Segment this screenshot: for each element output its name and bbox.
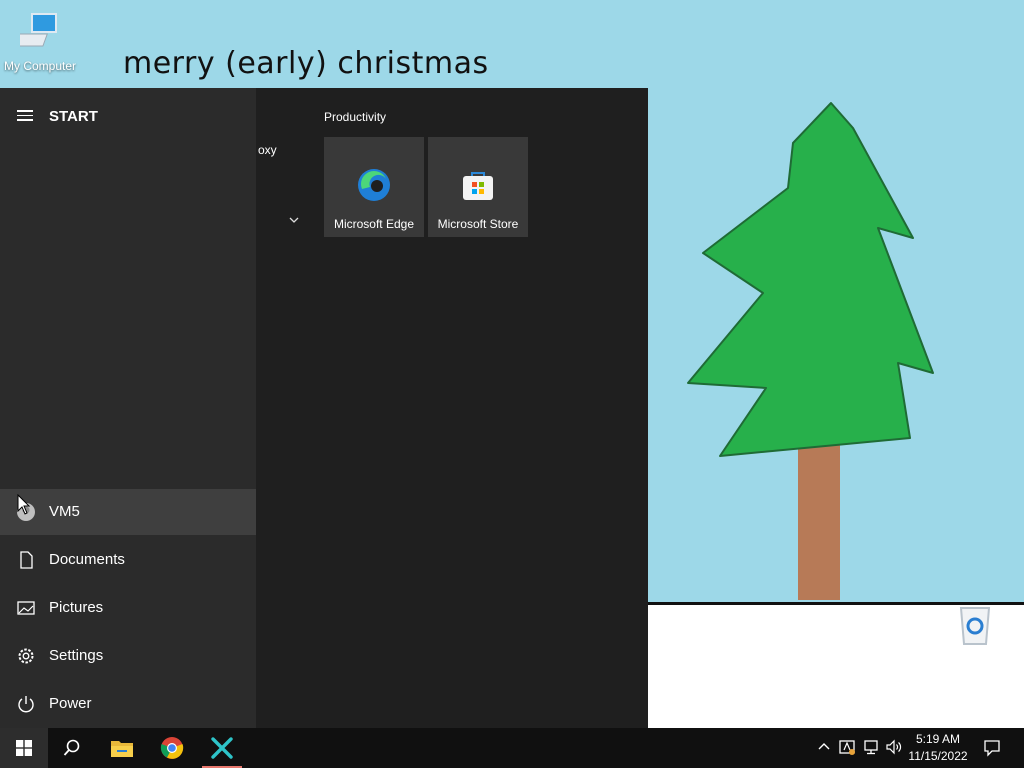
chevron-up-icon[interactable] — [815, 738, 833, 756]
hamburger-menu-icon[interactable] — [17, 110, 33, 122]
edge-icon — [358, 169, 390, 201]
start-nav-label: Power — [49, 695, 92, 712]
christmas-tree-drawing — [687, 102, 934, 600]
taskbar-app-x[interactable] — [198, 728, 246, 768]
taskbar-search-button[interactable] — [48, 728, 96, 768]
desktop-icon-recycle-bin[interactable] — [935, 600, 1015, 651]
tile-label: Microsoft Edge — [333, 217, 415, 231]
start-nav-label: Settings — [49, 647, 104, 664]
chevron-down-icon[interactable] — [288, 216, 300, 224]
tile-group-title: Productivity — [324, 110, 387, 124]
taskbar-chrome[interactable] — [148, 728, 196, 768]
desktop-icon-my-computer[interactable]: My Computer — [0, 10, 80, 73]
start-nav-settings[interactable]: Settings — [0, 633, 256, 679]
taskbar-start-button[interactable] — [0, 728, 48, 768]
pictures-icon — [17, 601, 35, 615]
recycle-bin-icon — [959, 607, 991, 645]
start-menu-sidebar: START VM5 Documents Pictures Settings Po… — [0, 88, 256, 728]
search-icon — [63, 739, 80, 756]
file-explorer-icon — [111, 741, 133, 757]
desktop-icon-label: My Computer — [3, 59, 77, 73]
start-nav-label: Pictures — [49, 599, 104, 616]
taskbar-file-explorer[interactable] — [98, 728, 146, 768]
wallpaper-greeting: merry (early) christmas — [123, 46, 489, 81]
start-nav-pictures[interactable]: Pictures — [0, 585, 256, 631]
start-title: START — [49, 108, 98, 125]
start-nav-power[interactable]: Power — [0, 681, 256, 727]
app-x-icon — [211, 737, 233, 759]
tile-microsoft-edge[interactable]: Microsoft Edge — [324, 137, 424, 237]
taskbar-clock[interactable]: 5:19 AM 11/15/2022 — [902, 731, 974, 765]
app-list-item-fragment[interactable]: oxy — [258, 143, 277, 157]
tile-microsoft-store[interactable]: Microsoft Store — [428, 137, 528, 237]
start-nav-documents[interactable]: Documents — [0, 537, 256, 583]
start-nav-label: Documents — [49, 551, 125, 568]
power-icon — [18, 696, 34, 713]
mouse-cursor-icon — [17, 494, 31, 515]
gear-icon — [18, 648, 34, 664]
computer-icon — [12, 13, 57, 47]
clock-date: 11/15/2022 — [908, 749, 968, 763]
windows-start-icon — [16, 740, 32, 756]
start-menu: START VM5 Documents Pictures Settings Po… — [0, 88, 648, 728]
taskbar: 5:19 AM 11/15/2022 — [0, 728, 1024, 768]
network-icon[interactable] — [862, 738, 880, 756]
notification-icon[interactable] — [983, 739, 1001, 757]
start-nav-label: VM5 — [49, 503, 80, 520]
store-icon — [463, 172, 493, 200]
document-icon — [20, 551, 33, 569]
clock-time: 5:19 AM — [915, 732, 961, 746]
start-menu-header: START — [0, 88, 256, 144]
volume-icon[interactable] — [885, 738, 903, 756]
start-nav-user[interactable]: VM5 — [0, 489, 256, 535]
tile-label: Microsoft Store — [437, 217, 519, 231]
tray-app-icon[interactable] — [838, 738, 856, 756]
chrome-icon — [160, 737, 184, 759]
